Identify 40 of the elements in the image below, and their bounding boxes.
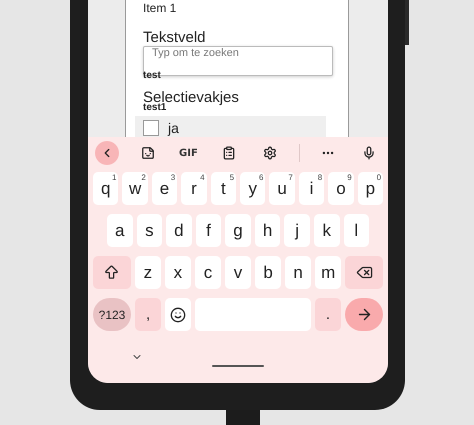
field-label: Tekstveld [143,29,207,46]
letter-key[interactable]: c [194,256,221,289]
checkbox-label: ja [168,120,179,136]
letter-key[interactable]: i 8 [298,172,324,205]
letter-key[interactable]: t 5 [210,172,236,205]
letter-key[interactable]: v [224,256,252,289]
letter-key[interactable]: z [134,256,161,289]
item-title: Item 1 [143,1,178,15]
clipboard-icon [222,146,236,160]
letter-key[interactable]: n [285,256,312,289]
emoji-key[interactable] [165,298,192,331]
letter-key[interactable]: x [164,256,191,289]
letter-key[interactable]: k [314,214,340,247]
letter-key[interactable]: h [254,214,280,247]
letter-key[interactable]: a [107,214,133,247]
enter-key[interactable] [345,298,384,331]
backspace-key[interactable] [345,256,383,289]
shift-icon [103,264,120,281]
back-button[interactable] [95,141,119,165]
letter-key[interactable]: d [166,214,192,247]
punctuation-key[interactable]: . [314,298,342,331]
gif-button[interactable]: GIF [176,148,200,158]
symbols-key[interactable]: ?123 [93,298,132,331]
letter-key[interactable]: m [315,256,342,289]
letter-key[interactable]: r 4 [181,172,207,205]
microphone-icon [362,146,376,160]
letter-key[interactable]: s [136,214,162,247]
settings-icon [262,146,277,160]
checkbox[interactable] [143,120,159,136]
letter-key[interactable]: j [284,214,310,247]
backspace-icon [356,264,373,281]
shift-key[interactable] [93,256,131,289]
punctuation-key[interactable]: , [135,298,162,331]
sticker-icon [140,146,155,160]
letter-key[interactable]: f [196,214,222,247]
letter-key[interactable]: l [344,214,370,247]
letter-key[interactable]: b [255,256,282,289]
letter-key[interactable]: g [225,214,251,247]
smiley-icon [170,306,186,322]
group-label: Selectievakjes [143,89,240,106]
